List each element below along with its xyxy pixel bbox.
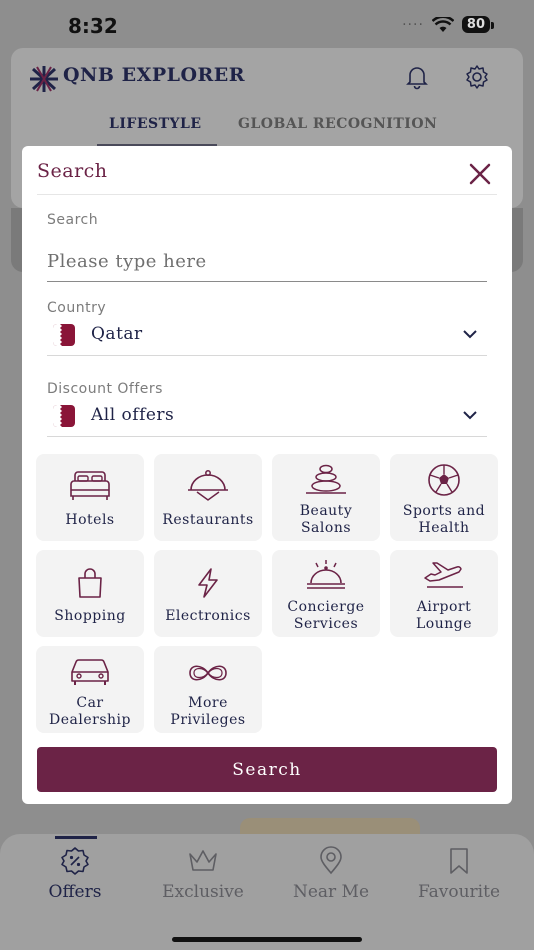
airplane-icon [424, 562, 463, 588]
category-concierge-services[interactable]: Concierge Services [272, 550, 380, 637]
category-label: Shopping [54, 608, 126, 624]
cloche-icon [188, 470, 228, 501]
chevron-down-icon [463, 330, 477, 339]
battery-indicator: 80 [461, 16, 495, 33]
category-sports-health[interactable]: Sports and Health [390, 454, 498, 541]
category-label: Electronics [165, 608, 251, 624]
search-modal: Search Search Country Qatar Discount Off… [22, 146, 512, 804]
home-indicator[interactable] [172, 937, 362, 942]
country-select[interactable]: Qatar [47, 322, 487, 356]
category-label: Hotels [65, 512, 115, 528]
qatar-flag-icon [53, 324, 75, 346]
soccer-ball-icon [428, 464, 460, 496]
app-title: QNB EXPLORER [63, 64, 246, 86]
bookmark-icon [450, 848, 468, 874]
category-hotels[interactable]: Hotels [36, 454, 144, 541]
modal-title: Search [37, 160, 108, 182]
gear-icon[interactable] [464, 64, 490, 90]
wifi-icon [431, 16, 454, 32]
category-shopping[interactable]: Shopping [36, 550, 144, 637]
bottom-navigation: Offers Exclusive Near Me Favourite [0, 834, 534, 950]
crown-icon [189, 850, 217, 871]
category-label: Beauty Salons [299, 503, 353, 536]
search-label: Search [47, 212, 99, 228]
tab-global-recognition[interactable]: GLOBAL RECOGNITION [238, 116, 437, 132]
shopping-bag-icon [78, 568, 102, 598]
nav-offers[interactable]: Offers [10, 846, 140, 902]
lightning-icon [198, 568, 218, 598]
qnb-logo-icon [30, 66, 58, 92]
discount-value: All offers [91, 405, 175, 425]
status-icons: ···· 80 [402, 16, 495, 33]
status-time: 8:32 [68, 14, 118, 38]
close-icon[interactable] [466, 160, 494, 188]
search-input[interactable] [47, 242, 487, 282]
nav-favourite[interactable]: Favourite [394, 846, 524, 902]
nav-near-me[interactable]: Near Me [266, 846, 396, 902]
status-bar: 8:32 ···· 80 [0, 0, 534, 52]
category-label: Restaurants [162, 512, 254, 528]
location-pin-icon [320, 846, 342, 875]
category-electronics[interactable]: Electronics [154, 550, 262, 637]
category-label: More Privileges [170, 695, 246, 728]
cellular-signal-icon: ···· [402, 16, 424, 33]
bed-icon [70, 471, 110, 500]
tab-lifestyle[interactable]: LIFESTYLE [109, 116, 202, 132]
nav-exclusive-label: Exclusive [162, 882, 244, 902]
category-restaurants[interactable]: Restaurants [154, 454, 262, 541]
nav-active-indicator [55, 836, 97, 839]
category-more-privileges[interactable]: More Privileges [154, 646, 262, 733]
category-beauty-salons[interactable]: Beauty Salons [272, 454, 380, 541]
discount-label: Discount Offers [47, 381, 163, 397]
category-label: Airport Lounge [415, 599, 472, 632]
discount-select[interactable]: All offers [47, 403, 487, 437]
category-label: Concierge Services [287, 599, 365, 632]
category-airport-lounge[interactable]: Airport Lounge [390, 550, 498, 637]
country-value: Qatar [91, 324, 143, 344]
car-icon [71, 659, 109, 685]
nav-offers-label: Offers [48, 882, 102, 902]
bell-icon[interactable] [404, 64, 430, 90]
nav-near-me-label: Near Me [292, 882, 370, 902]
nav-exclusive[interactable]: Exclusive [138, 846, 268, 902]
search-button[interactable]: Search [37, 747, 497, 792]
country-label: Country [47, 300, 107, 316]
infinity-icon [189, 665, 227, 681]
qatar-flag-icon [53, 405, 75, 427]
spa-stones-icon [306, 464, 346, 494]
category-car-dealership[interactable]: Car Dealership [36, 646, 144, 733]
modal-divider [37, 194, 497, 195]
offer-badge-icon [61, 847, 89, 875]
service-bell-icon [307, 560, 345, 589]
category-label: Car Dealership [49, 695, 131, 728]
chevron-down-icon [463, 411, 477, 420]
category-label: Sports and Health [402, 503, 486, 536]
nav-favourite-label: Favourite [417, 882, 501, 902]
